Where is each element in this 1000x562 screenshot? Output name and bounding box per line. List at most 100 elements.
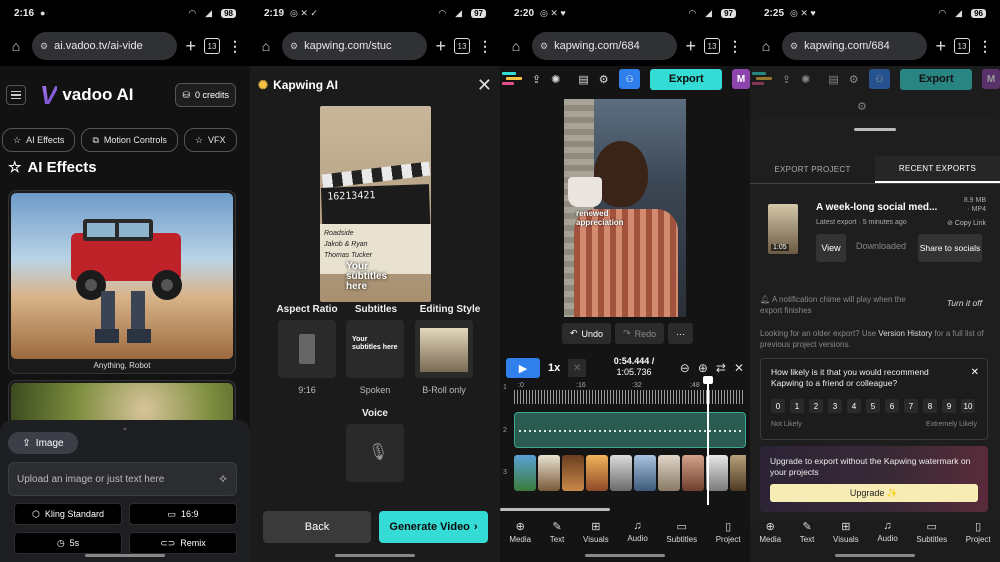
editing-style-option[interactable] bbox=[415, 320, 473, 378]
browser-menu-icon[interactable]: ⋮ bbox=[728, 38, 742, 55]
site-info-icon[interactable]: ⚙ bbox=[290, 41, 298, 52]
tab-switcher-button[interactable]: 13 bbox=[954, 38, 970, 54]
audio-waveform-track[interactable] bbox=[514, 390, 744, 404]
home-icon[interactable]: ⌂ bbox=[8, 38, 24, 54]
home-icon[interactable]: ⌂ bbox=[258, 38, 274, 54]
play-button[interactable]: ▶ bbox=[506, 358, 540, 378]
new-tab-icon[interactable]: + bbox=[685, 36, 696, 57]
clip-thumbnail[interactable] bbox=[730, 455, 746, 491]
comment-icon[interactable]: ▤ bbox=[578, 73, 588, 86]
timeline-scrollbar[interactable] bbox=[500, 508, 610, 511]
generate-video-button[interactable]: Generate Video › bbox=[379, 511, 488, 543]
tab-export-project[interactable]: EXPORT PROJECT bbox=[750, 156, 875, 183]
tab-switcher-button[interactable]: 13 bbox=[704, 38, 720, 54]
nav-media[interactable]: ⊕ Media bbox=[509, 520, 531, 554]
browser-menu-icon[interactable]: ⋮ bbox=[478, 38, 492, 55]
sheet-handle[interactable] bbox=[854, 128, 896, 131]
turn-off-link[interactable]: Turn it off bbox=[947, 298, 982, 308]
close-icon[interactable]: ✕ bbox=[734, 361, 744, 375]
address-bar[interactable]: ⚙ kapwing.com/684 bbox=[532, 32, 678, 60]
speed-button[interactable]: 1x bbox=[548, 362, 560, 374]
export-button[interactable]: Export bbox=[650, 68, 723, 90]
zoom-in-icon[interactable]: ⊕ bbox=[698, 361, 708, 375]
browser-menu-icon[interactable]: ⋮ bbox=[978, 38, 992, 55]
nps-option[interactable]: 2 bbox=[809, 399, 823, 413]
chip-motion-controls[interactable]: ⧉ Motion Controls bbox=[81, 128, 178, 152]
chip-vfx[interactable]: ☆ VFX bbox=[183, 128, 237, 152]
view-button[interactable]: View bbox=[816, 234, 846, 262]
nps-option[interactable]: 0 bbox=[771, 399, 785, 413]
prompt-input[interactable]: Upload an image or just text here ✧ bbox=[8, 462, 237, 496]
tab-switcher-button[interactable]: 13 bbox=[204, 38, 220, 54]
nps-option[interactable]: 6 bbox=[885, 399, 899, 413]
chevron-down-icon[interactable]: ⌄ bbox=[121, 422, 129, 433]
copy-link-button[interactable]: ⊘ Copy Link bbox=[947, 219, 986, 227]
lightbulb-icon[interactable]: ✺ bbox=[551, 73, 560, 86]
new-tab-icon[interactable]: + bbox=[435, 36, 446, 57]
settings-icon[interactable]: ⚙ bbox=[599, 73, 609, 86]
duration-select[interactable]: ◷ 5s bbox=[14, 532, 122, 554]
clip-thumbnail[interactable] bbox=[538, 455, 560, 491]
nav-subtitles[interactable]: ▭ Subtitles bbox=[666, 520, 697, 554]
nav-text[interactable]: ✎ Text bbox=[800, 520, 815, 554]
back-button[interactable]: Back bbox=[263, 511, 371, 543]
clip-thumbnail[interactable] bbox=[610, 455, 632, 491]
share-people-icon[interactable]: ⚇ bbox=[618, 69, 641, 89]
address-bar[interactable]: ⚙ kapwing.com/684 bbox=[782, 32, 928, 60]
upgrade-button[interactable]: Upgrade ✨ bbox=[770, 484, 978, 502]
voice-option[interactable]: 🎙 bbox=[346, 424, 404, 482]
hamburger-menu-icon[interactable] bbox=[6, 85, 26, 105]
new-tab-icon[interactable]: + bbox=[185, 36, 196, 57]
clip-thumbnail[interactable] bbox=[586, 455, 608, 491]
share-to-socials-button[interactable]: Share to socials bbox=[918, 234, 982, 262]
kapwing-logo-icon[interactable] bbox=[502, 72, 522, 86]
nps-option[interactable]: 3 bbox=[828, 399, 842, 413]
image-mode-button[interactable]: ⇪ Image bbox=[8, 432, 78, 454]
aspect-ratio-option[interactable] bbox=[278, 320, 336, 378]
nps-option[interactable]: 5 bbox=[866, 399, 880, 413]
nav-project[interactable]: ▯ Project bbox=[966, 520, 991, 554]
clip-thumbnail[interactable] bbox=[682, 455, 704, 491]
more-button[interactable]: ··· bbox=[668, 323, 694, 344]
model-select[interactable]: ⬡ Kling Standard bbox=[14, 503, 122, 525]
upload-icon[interactable]: ⇪ bbox=[532, 73, 541, 86]
nav-media[interactable]: ⊕ Media bbox=[759, 520, 781, 554]
undo-button[interactable]: ↶ Undo bbox=[562, 323, 612, 344]
home-icon[interactable]: ⌂ bbox=[758, 38, 774, 54]
tab-switcher-button[interactable]: 13 bbox=[454, 38, 470, 54]
audio-clip-track[interactable] bbox=[514, 412, 746, 448]
nav-visuals[interactable]: ⊞ Visuals bbox=[833, 520, 859, 554]
credits-button[interactable]: ⛁ 0 credits bbox=[175, 83, 236, 107]
avatar[interactable]: M bbox=[732, 69, 750, 89]
clip-thumbnail[interactable] bbox=[514, 455, 536, 491]
export-thumbnail[interactable]: 1:05 bbox=[768, 204, 798, 254]
version-history-link[interactable]: Version History bbox=[878, 329, 932, 338]
nav-audio[interactable]: ♫ Audio bbox=[627, 520, 647, 554]
video-canvas[interactable]: renewed appreciation bbox=[564, 99, 686, 317]
new-tab-icon[interactable]: + bbox=[935, 36, 946, 57]
chip-ai-effects[interactable]: ☆ AI Effects bbox=[2, 128, 76, 152]
nps-option[interactable]: 10 bbox=[961, 399, 975, 413]
close-icon[interactable]: ✕ bbox=[971, 367, 979, 378]
subtitles-option[interactable]: Your subtitles here bbox=[346, 320, 404, 378]
address-bar[interactable]: ⚙ ai.vadoo.tv/ai-vide bbox=[32, 32, 178, 60]
nav-audio[interactable]: ♫ Audio bbox=[877, 520, 897, 554]
zoom-out-icon[interactable]: ⊖ bbox=[680, 361, 690, 375]
sparkle-icon[interactable]: ✧ bbox=[218, 472, 228, 486]
site-info-icon[interactable]: ⚙ bbox=[540, 41, 548, 52]
aspect-ratio-select[interactable]: ▭ 16:9 bbox=[129, 503, 237, 525]
home-icon[interactable]: ⌂ bbox=[508, 38, 524, 54]
nps-option[interactable]: 7 bbox=[904, 399, 918, 413]
nav-project[interactable]: ▯ Project bbox=[716, 520, 741, 554]
close-icon[interactable]: ✕ bbox=[477, 75, 492, 96]
nps-option[interactable]: 8 bbox=[923, 399, 937, 413]
nps-option[interactable]: 4 bbox=[847, 399, 861, 413]
site-info-icon[interactable]: ⚙ bbox=[790, 41, 798, 52]
nps-option[interactable]: 9 bbox=[942, 399, 956, 413]
nps-option[interactable]: 1 bbox=[790, 399, 804, 413]
address-bar[interactable]: ⚙ kapwing.com/stuc bbox=[282, 32, 428, 60]
effect-card-robot[interactable]: Anything, Robot bbox=[8, 190, 236, 374]
remix-button[interactable]: ⊂⊃ Remix bbox=[129, 532, 237, 554]
browser-menu-icon[interactable]: ⋮ bbox=[228, 38, 242, 55]
nav-subtitles[interactable]: ▭ Subtitles bbox=[916, 520, 947, 554]
